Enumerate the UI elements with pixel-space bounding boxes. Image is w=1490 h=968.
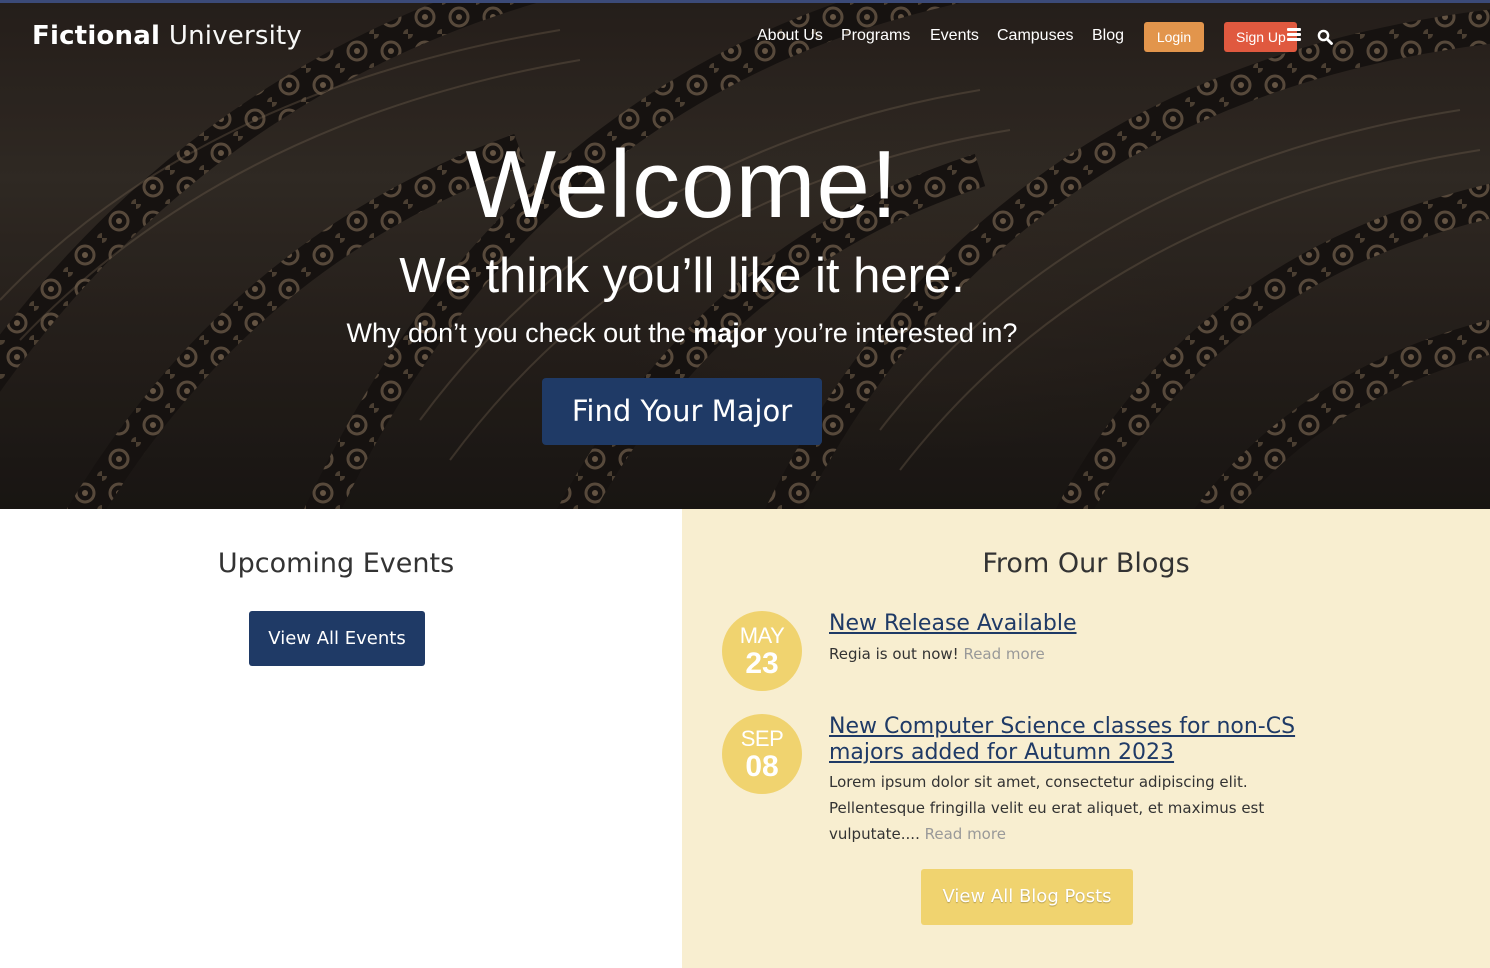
events-heading: Upcoming Events [217,548,455,579]
hero-question-end: you’re interested in? [766,318,1018,348]
post-title-link[interactable]: New Release Available [829,611,1349,637]
post-date-badge: SEP 08 [722,714,802,794]
nav-events[interactable]: Events [930,26,979,46]
hero-section: Welcome! We think you’ll like it here. W… [0,0,1490,509]
top-accent-line [0,0,1490,3]
read-more-link[interactable]: Read more [925,825,1006,843]
post-excerpt: Lorem ipsum dolor sit amet, consectetur … [829,769,1329,847]
nav-blog[interactable]: Blog [1092,26,1124,46]
site-header: Fictional University About Us Programs E… [0,0,1490,76]
nav-about-us[interactable]: About Us [757,26,823,46]
post-month: MAY [739,623,785,648]
hero-question-bold: major [693,318,767,348]
view-all-events-button[interactable]: View All Events [249,611,425,666]
post-excerpt-text: Regia is out now! [829,645,964,663]
login-button[interactable]: Login [1144,22,1204,52]
find-your-major-button[interactable]: Find Your Major [542,378,822,445]
post-month: SEP [740,726,784,751]
blogs-heading: From Our Blogs [982,548,1190,579]
search-icon[interactable] [1317,29,1333,45]
post-day: 08 [745,750,779,783]
read-more-link[interactable]: Read more [963,645,1044,663]
hero-subtitle: We think you’ll like it here. [399,249,965,303]
post-excerpt-text: Lorem ipsum dolor sit amet, consectetur … [829,773,1265,843]
hero-title: Welcome! [465,131,899,238]
upcoming-events-section: Upcoming Events View All Events [0,509,682,968]
hero-question-start: Why don’t you check out the [346,318,694,348]
post-date-badge: MAY 23 [722,611,802,691]
post-title-link[interactable]: New Computer Science classes for non-CS … [829,714,1349,766]
blogs-section: From Our Blogs MAY 23 New Release Availa… [682,509,1490,968]
menu-icon[interactable] [1287,28,1303,42]
view-all-blog-posts-button[interactable]: View All Blog Posts [921,869,1133,925]
hero-question: Why don’t you check out the major you’re… [0,316,1364,350]
post-day: 23 [745,647,779,680]
post-excerpt: Regia is out now! Read more [829,641,1329,667]
nav-programs[interactable]: Programs [841,26,910,46]
nav-campuses[interactable]: Campuses [997,26,1073,46]
